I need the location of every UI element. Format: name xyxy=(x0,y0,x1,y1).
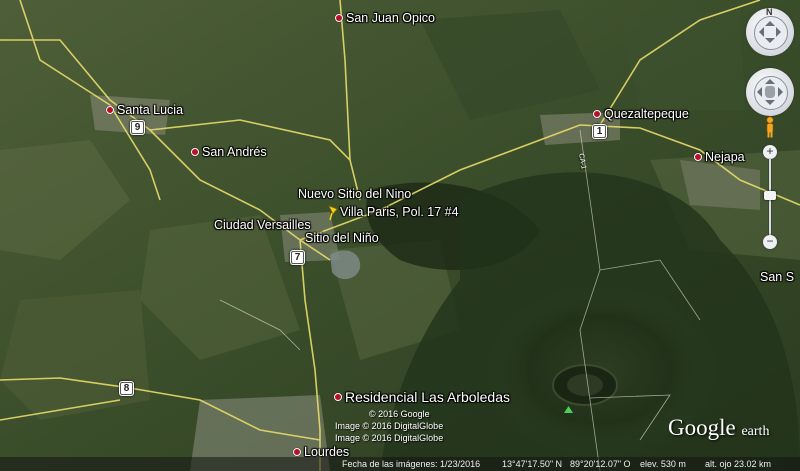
street-view-pegman-icon[interactable] xyxy=(764,116,776,138)
status-bar: Fecha de las imágenes: 1/23/2016 13°47'1… xyxy=(0,457,800,471)
move-left-icon[interactable] xyxy=(757,87,762,97)
logo-word-earth: earth xyxy=(741,424,770,439)
place-label: San S xyxy=(760,270,795,284)
place-marker xyxy=(335,14,343,22)
move-up-icon[interactable] xyxy=(765,79,775,84)
logo-word-google: Google xyxy=(668,415,736,440)
place-marker xyxy=(593,110,601,118)
map-viewport[interactable]: 9 1 7 8 CA-1 San Juan Opico Santa Lucia … xyxy=(0,0,800,471)
pan-left-icon[interactable] xyxy=(759,27,764,37)
eye-altitude-readout: alt. ojo 23.02 km xyxy=(705,459,772,469)
credit-line: Image © 2016 DigitalGlobe xyxy=(335,433,444,443)
place-marker xyxy=(293,448,301,456)
elevation-readout: elev. 530 m xyxy=(640,459,686,469)
place-san-juan-opico[interactable]: San Juan Opico xyxy=(335,11,435,25)
place-san-andres[interactable]: San Andrés xyxy=(191,145,267,159)
move-ring[interactable] xyxy=(746,68,794,116)
placemark-pin-icon[interactable] xyxy=(326,205,340,221)
zoom-thumb[interactable] xyxy=(764,191,776,200)
place-marker xyxy=(106,106,114,114)
place-label: Nuevo Sitio del Nino xyxy=(298,187,412,201)
longitude-readout: 89°20'12.07" O xyxy=(570,459,631,469)
zoom-out-button[interactable]: − xyxy=(763,235,777,249)
place-label: San Juan Opico xyxy=(346,11,435,25)
place-quezaltepeque[interactable]: Quezaltepeque xyxy=(593,107,689,121)
latitude-readout: 13°47'17.50" N xyxy=(502,459,563,469)
move-down-icon[interactable] xyxy=(765,100,775,105)
place-marker xyxy=(191,148,199,156)
credit-line: Image © 2016 DigitalGlobe xyxy=(335,421,444,431)
imagery-credits: © 2016 Google Image © 2016 DigitalGlobe … xyxy=(335,408,443,444)
pan-up-icon[interactable] xyxy=(765,21,775,26)
place-label: Ciudad Versailles xyxy=(214,218,311,232)
route-shield-7: 7 xyxy=(290,250,305,265)
place-label: Santa Lucia xyxy=(117,103,184,117)
place-sitio-del-nino[interactable]: Sitio del Niño xyxy=(305,231,379,245)
place-label: Villa Paris, Pol. 17 #4 xyxy=(340,205,459,219)
hand-icon[interactable] xyxy=(765,86,775,98)
place-villa-paris[interactable]: Villa Paris, Pol. 17 #4 xyxy=(340,205,459,219)
place-label: Residencial Las Arboledas xyxy=(345,389,510,405)
place-label: Quezaltepeque xyxy=(604,107,689,121)
route-shield-1: 1 xyxy=(592,124,607,139)
navigation-ring[interactable]: N xyxy=(746,7,794,56)
place-nuevo-sitio-del-nino[interactable]: Nuevo Sitio del Nino xyxy=(298,187,411,201)
move-right-icon[interactable] xyxy=(778,87,783,97)
place-residencial-las-arboledas[interactable]: Residencial Las Arboledas xyxy=(334,389,510,405)
imagery-date: Fecha de las imágenes: 1/23/2016 xyxy=(342,459,481,469)
place-santa-lucia[interactable]: Santa Lucia xyxy=(106,103,183,117)
zoom-in-button[interactable]: + xyxy=(763,145,777,159)
place-san-s[interactable]: San S xyxy=(760,270,794,284)
place-nejapa[interactable]: Nejapa xyxy=(694,150,745,164)
place-label: Nejapa xyxy=(705,150,745,164)
google-earth-logo: Google earth xyxy=(668,415,769,441)
zoom-slider[interactable]: + − xyxy=(763,145,777,249)
peak-marker-icon xyxy=(564,406,573,413)
place-label: San Andrés xyxy=(202,145,267,159)
place-ciudad-versailles[interactable]: Ciudad Versailles xyxy=(214,218,311,232)
pan-right-icon[interactable] xyxy=(776,27,781,37)
route-shield-9: 9 xyxy=(130,120,145,135)
pan-down-icon[interactable] xyxy=(765,38,775,43)
place-marker xyxy=(334,393,342,401)
place-marker xyxy=(694,153,702,161)
place-label: Sitio del Niño xyxy=(305,231,379,245)
route-shield-8: 8 xyxy=(119,381,134,396)
credit-line: © 2016 Google xyxy=(369,409,430,419)
